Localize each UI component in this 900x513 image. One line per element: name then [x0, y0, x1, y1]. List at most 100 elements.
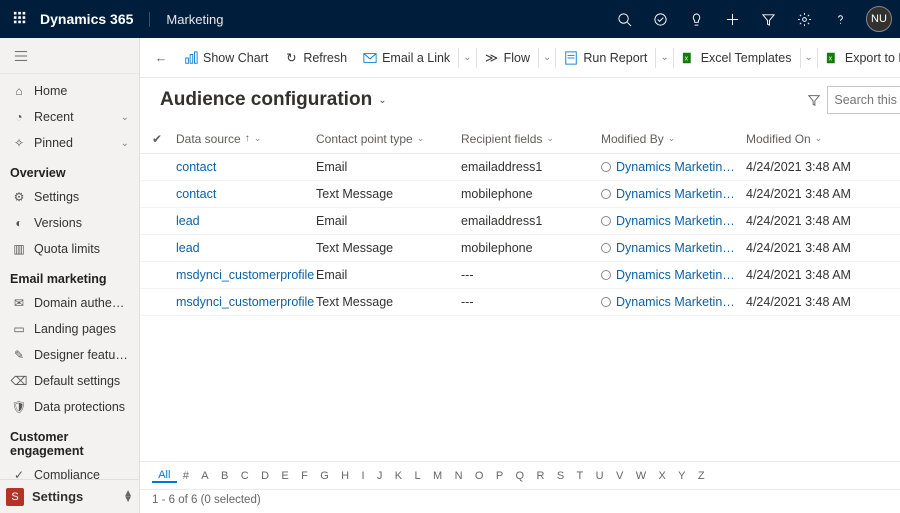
- sidebar-item[interactable]: ✓Compliance: [0, 462, 139, 479]
- table-row[interactable]: leadEmailemailaddress1Dynamics Marketing…: [140, 208, 900, 235]
- column-modified-on[interactable]: Modified On⌄: [746, 132, 886, 146]
- alpha-letter[interactable]: C: [235, 470, 255, 482]
- sidebar-item[interactable]: 🛡Data protections: [0, 394, 139, 420]
- column-recipient-fields[interactable]: Recipient fields⌄: [461, 132, 601, 146]
- data-source-link[interactable]: contact: [176, 187, 216, 201]
- alpha-letter[interactable]: M: [427, 470, 449, 482]
- hamburger-icon[interactable]: [0, 38, 139, 74]
- alpha-letter[interactable]: H: [335, 470, 355, 482]
- show-chart-button[interactable]: Show Chart: [176, 38, 276, 78]
- report-split[interactable]: ⌄: [655, 48, 673, 68]
- alpha-letter[interactable]: D: [255, 470, 275, 482]
- cell-modified-by[interactable]: Dynamics Marketing Customer: [601, 160, 746, 174]
- alpha-letter[interactable]: #: [177, 470, 196, 482]
- email-link-button[interactable]: Email a Link: [355, 38, 458, 78]
- data-source-link[interactable]: msdynci_customerprofile: [176, 295, 314, 309]
- alpha-letter[interactable]: P: [490, 470, 510, 482]
- select-all-checkbox[interactable]: ✔: [152, 132, 176, 146]
- view-title[interactable]: Audience configuration: [160, 89, 372, 111]
- excel-templates-button[interactable]: xExcel Templates: [674, 38, 800, 78]
- presence-icon: [601, 189, 611, 199]
- sidebar-item[interactable]: ◐Versions: [0, 210, 139, 236]
- column-contact-point-type[interactable]: Contact point type⌄: [316, 132, 461, 146]
- cell-modified-by[interactable]: Dynamics Marketing Customer: [601, 241, 746, 255]
- alpha-letter[interactable]: N: [448, 470, 468, 482]
- brand-name[interactable]: Dynamics 365: [40, 11, 149, 27]
- alpha-letter[interactable]: X: [652, 470, 672, 482]
- sidebar-item[interactable]: ▥Quota limits: [0, 236, 139, 262]
- data-source-link[interactable]: lead: [176, 241, 200, 255]
- flow-split[interactable]: ⌄: [538, 48, 556, 68]
- table-row[interactable]: msdynci_customerprofileText Message---Dy…: [140, 289, 900, 316]
- cell-modified-by[interactable]: Dynamics Marketing Customer: [601, 187, 746, 201]
- sidebar-item[interactable]: ◔Recent⌄: [0, 104, 139, 130]
- refresh-button[interactable]: ↻Refresh: [276, 38, 355, 78]
- table-row[interactable]: contactText MessagemobilephoneDynamics M…: [140, 181, 900, 208]
- back-button[interactable]: ←: [146, 38, 176, 78]
- export-excel-button[interactable]: xExport to Excel: [818, 38, 900, 78]
- column-data-source[interactable]: Data source↑⌄: [176, 132, 316, 146]
- alpha-letter[interactable]: B: [215, 470, 235, 482]
- alpha-letter[interactable]: V: [610, 470, 630, 482]
- cell-modified-by[interactable]: Dynamics Marketing Customer: [601, 214, 746, 228]
- help-icon[interactable]: [822, 0, 858, 38]
- sidebar-item[interactable]: ⌫Default settings: [0, 368, 139, 394]
- app-launcher-icon[interactable]: [0, 11, 40, 28]
- user-avatar[interactable]: NU: [866, 6, 892, 32]
- alpha-letter[interactable]: I: [355, 470, 370, 482]
- table-row[interactable]: msdynci_customerprofileEmail---Dynamics …: [140, 262, 900, 289]
- alpha-letter[interactable]: F: [295, 470, 314, 482]
- chevron-down-icon[interactable]: ⌄: [378, 95, 386, 106]
- updown-icon: ▲▼: [123, 491, 133, 503]
- data-source-link[interactable]: lead: [176, 214, 200, 228]
- alpha-letter[interactable]: T: [570, 470, 589, 482]
- search-input[interactable]: [834, 93, 900, 107]
- cell-modified-by[interactable]: Dynamics Marketing Customer: [601, 295, 746, 309]
- column-modified-by[interactable]: Modified By⌄: [601, 132, 746, 146]
- data-source-link[interactable]: msdynci_customerprofile: [176, 268, 314, 282]
- add-icon[interactable]: [714, 0, 750, 38]
- email-link-split[interactable]: ⌄: [458, 48, 476, 68]
- sidebar-item[interactable]: ▭Landing pages: [0, 316, 139, 342]
- cell-contact-point: Email: [316, 160, 461, 174]
- alpha-letter[interactable]: Q: [509, 470, 530, 482]
- alpha-letter[interactable]: G: [314, 470, 335, 482]
- sidebar-area-switcher[interactable]: S Settings ▲▼: [0, 479, 139, 513]
- table-row[interactable]: contactEmailemailaddress1Dynamics Market…: [140, 154, 900, 181]
- sidebar-item[interactable]: ⌂Home: [0, 78, 139, 104]
- data-source-link[interactable]: contact: [176, 160, 216, 174]
- filter-icon[interactable]: [750, 0, 786, 38]
- alpha-letter[interactable]: O: [469, 470, 490, 482]
- alpha-letter[interactable]: S: [551, 470, 571, 482]
- column-filter-icon[interactable]: [801, 87, 827, 113]
- sidebar-item[interactable]: ✉Domain authentic...: [0, 290, 139, 316]
- cell-modified-on: 4/24/2021 3:48 AM: [746, 187, 886, 201]
- alpha-letter[interactable]: Z: [692, 470, 711, 482]
- alpha-letter[interactable]: All: [152, 469, 177, 483]
- alpha-letter[interactable]: K: [389, 470, 409, 482]
- search-box[interactable]: [827, 86, 900, 114]
- module-name[interactable]: Marketing: [149, 12, 223, 27]
- alpha-letter[interactable]: Y: [672, 470, 692, 482]
- run-report-button[interactable]: Run Report: [556, 38, 655, 78]
- alpha-letter[interactable]: J: [371, 470, 389, 482]
- flow-button[interactable]: ≫Flow: [477, 38, 538, 78]
- sidebar-item[interactable]: ✎Designer feature ...: [0, 342, 139, 368]
- table-row[interactable]: leadText MessagemobilephoneDynamics Mark…: [140, 235, 900, 262]
- cell-modified-by[interactable]: Dynamics Marketing Customer: [601, 268, 746, 282]
- alpha-letter[interactable]: R: [530, 470, 550, 482]
- cell-contact-point: Email: [316, 214, 461, 228]
- sidebar-item[interactable]: ✧Pinned⌄: [0, 130, 139, 156]
- task-icon[interactable]: [642, 0, 678, 38]
- cell-recipient: ---: [461, 268, 601, 282]
- alpha-letter[interactable]: L: [408, 470, 427, 482]
- sidebar-item[interactable]: ⚙Settings: [0, 184, 139, 210]
- templates-split[interactable]: ⌄: [800, 48, 818, 68]
- alpha-letter[interactable]: U: [589, 470, 609, 482]
- lightbulb-icon[interactable]: [678, 0, 714, 38]
- gear-icon[interactable]: [786, 0, 822, 38]
- alpha-letter[interactable]: A: [195, 470, 215, 482]
- alpha-letter[interactable]: E: [275, 470, 295, 482]
- search-icon[interactable]: [606, 0, 642, 38]
- alpha-letter[interactable]: W: [630, 470, 653, 482]
